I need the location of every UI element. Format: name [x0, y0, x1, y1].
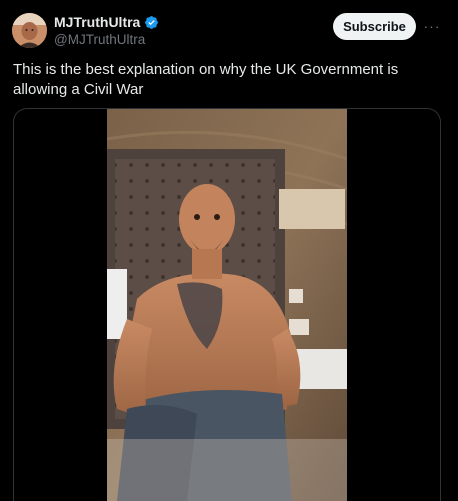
- video-thumbnail[interactable]: [107, 109, 347, 501]
- video-player[interactable]: [13, 108, 441, 501]
- avatar-icon: [12, 13, 47, 48]
- more-options-icon[interactable]: ···: [422, 14, 442, 38]
- tweet-post: MJTruthUltra @MJTruthUltra Subscribe ···…: [0, 0, 458, 501]
- subscribe-button[interactable]: Subscribe: [333, 13, 416, 40]
- author-name-text[interactable]: MJTruthUltra: [54, 14, 140, 31]
- verified-badge-icon: [145, 16, 159, 29]
- author-display-name[interactable]: MJTruthUltra: [54, 14, 159, 31]
- post-text: This is the best explanation on why the …: [13, 61, 399, 98]
- video-thumbnail-icon: [107, 109, 347, 501]
- author-avatar[interactable]: [12, 13, 47, 48]
- author-handle[interactable]: @MJTruthUltra: [54, 31, 145, 48]
